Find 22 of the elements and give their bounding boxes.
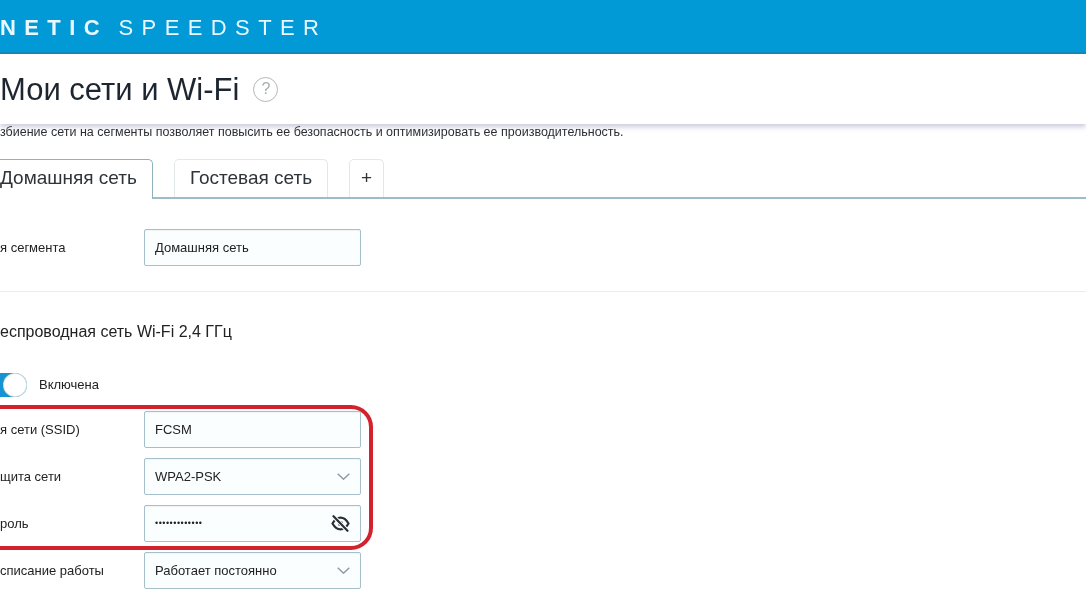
select-field[interactable]: WPA2-PSK	[144, 458, 361, 495]
field-label: щита сети	[0, 467, 63, 486]
field-label: я сегмента	[0, 238, 67, 257]
tab[interactable]: +	[349, 159, 385, 197]
field-label: я сети (SSID)	[0, 420, 81, 439]
field-label: роль	[0, 514, 30, 533]
chevron-down-icon	[337, 473, 350, 480]
page-title: Мои сети и Wi-Fi	[0, 73, 240, 105]
page-description: збиение сети на сегменты позволяет повысить ее безопасность и оптимизировать ее производительность.	[0, 124, 625, 140]
field-label: списание работы	[0, 561, 105, 580]
toggle-label: Включена	[39, 376, 99, 395]
chevron-down-icon	[337, 567, 350, 574]
text-field[interactable]: FCSM	[144, 411, 361, 448]
select-field[interactable]: Работает постоянно	[144, 552, 361, 589]
logo-text: NETIC SPEEDSTER	[0, 17, 328, 39]
toggle-switch[interactable]	[0, 373, 27, 397]
text-field[interactable]: Домашняя сеть	[144, 229, 361, 266]
tab[interactable]: Гостевая сеть	[173, 159, 329, 197]
section-title: еспроводная сеть Wi-Fi 2,4 ГГц	[0, 322, 233, 342]
eye-slash-icon[interactable]	[331, 515, 350, 532]
password-field[interactable]: •••••••••••••	[144, 505, 361, 542]
tab[interactable]: Домашняя сеть	[0, 159, 153, 199]
